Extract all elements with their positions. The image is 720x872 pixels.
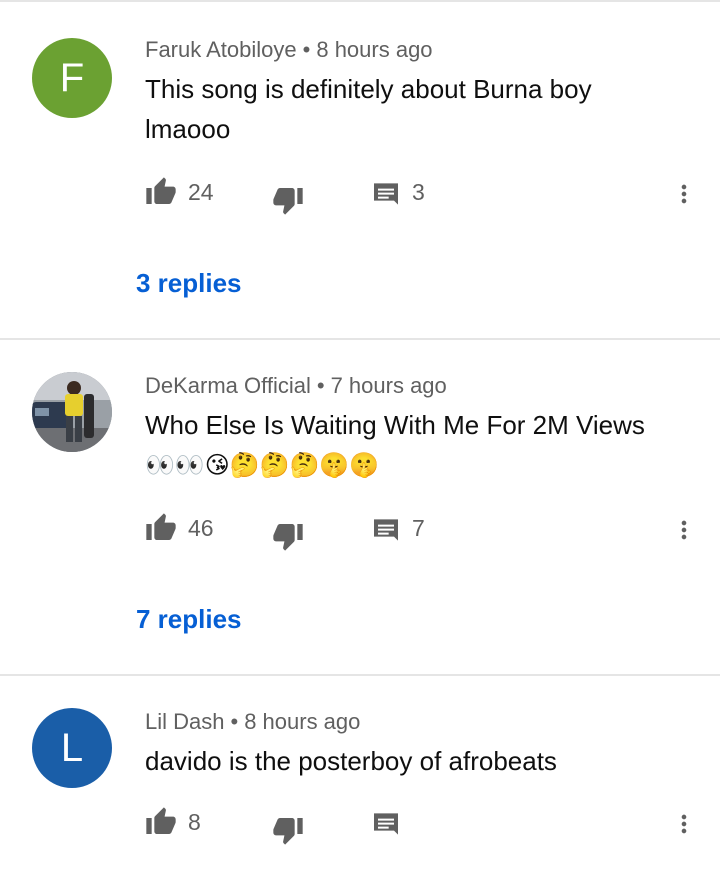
comment-actions: 8	[0, 806, 720, 846]
meta-separator: •	[302, 37, 311, 62]
thumbs-up-icon[interactable]	[145, 806, 177, 838]
like-count: 8	[188, 809, 201, 835]
more-vert-icon[interactable]	[670, 176, 698, 212]
more-vert-icon[interactable]	[670, 806, 698, 842]
comment-meta: DeKarma Official • 7 hours ago	[145, 373, 447, 399]
comment-text-line: Who Else Is Waiting With Me For 2M Views	[145, 410, 645, 440]
author-name[interactable]: DeKarma Official	[145, 373, 311, 398]
more-vert-icon[interactable]	[670, 512, 698, 548]
meta-separator: •	[230, 709, 239, 734]
comment-emojis: 👀👀😘🤔🤔🤔🤫🤫	[145, 451, 380, 479]
comment-thread: L Lil Dash • 8 hours ago davido is the pos…	[0, 676, 720, 872]
profile-photo-icon	[32, 372, 112, 452]
thumbs-down-icon[interactable]	[272, 814, 304, 846]
reply-count: 3	[412, 179, 425, 205]
avatar-letter: F	[59, 55, 85, 100]
comment-text: Who Else Is Waiting With Me For 2M Views…	[145, 405, 705, 485]
thumbs-down-icon[interactable]	[272, 520, 304, 552]
comment-text: davido is the posterboy of afrobeats	[145, 746, 557, 776]
author-name[interactable]: Lil Dash	[145, 709, 224, 734]
author-name[interactable]: Faruk Atobiloye	[145, 37, 297, 62]
thumbs-up-icon[interactable]	[145, 176, 177, 208]
comment-actions: 46 7	[0, 512, 720, 552]
avatar[interactable]: L	[32, 708, 112, 788]
comment-icon[interactable]	[370, 178, 402, 210]
comment-time[interactable]: 8 hours ago	[316, 37, 432, 62]
avatar[interactable]: F	[32, 38, 112, 118]
like-count: 46	[188, 515, 214, 541]
comment-thread: F Faruk Atobiloye • 8 hours ago This song …	[0, 0, 720, 338]
like-count: 24	[188, 179, 214, 205]
thumbs-up-icon[interactable]	[145, 512, 177, 544]
meta-separator: •	[316, 373, 325, 398]
comment-meta: Lil Dash • 8 hours ago	[145, 709, 360, 735]
thumbs-down-icon[interactable]	[272, 184, 304, 216]
view-replies-link[interactable]: 7 replies	[136, 604, 242, 635]
avatar-letter: L	[60, 725, 84, 770]
comment-time[interactable]: 8 hours ago	[244, 709, 360, 734]
comment-actions: 24 3	[0, 176, 720, 216]
view-replies-link[interactable]: 3 replies	[136, 268, 242, 299]
comment-icon[interactable]	[370, 514, 402, 546]
avatar[interactable]	[32, 372, 112, 452]
comment-icon[interactable]	[370, 808, 402, 840]
comment-text: This song is definitely about Burna boy …	[145, 74, 592, 144]
comment-thread: DeKarma Official • 7 hours ago Who Else Is…	[0, 340, 720, 674]
reply-count: 7	[412, 515, 425, 541]
comment-time[interactable]: 7 hours ago	[331, 373, 447, 398]
comment-meta: Faruk Atobiloye • 8 hours ago	[145, 37, 433, 63]
